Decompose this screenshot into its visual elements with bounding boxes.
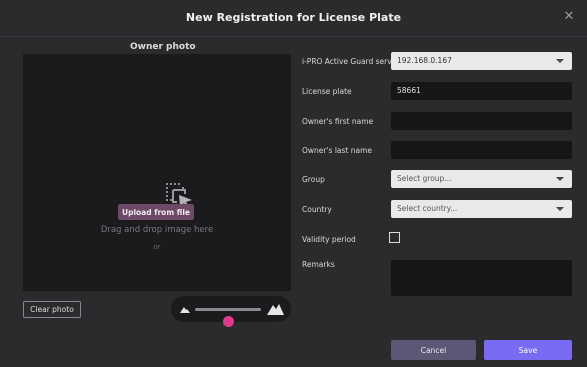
zoom-slider-thumb[interactable]	[223, 316, 234, 327]
license-plate-label: License plate	[302, 87, 352, 96]
country-select[interactable]: Select country...	[391, 200, 572, 218]
chevron-down-icon	[556, 59, 564, 63]
country-value: Select country...	[397, 204, 458, 213]
close-icon[interactable]: ✕	[561, 9, 577, 25]
save-button[interactable]: Save	[484, 340, 572, 360]
country-label: Country	[302, 205, 332, 214]
zoom-slider-track[interactable]	[195, 308, 261, 327]
validity-checkbox[interactable]	[389, 232, 400, 243]
dialog-title: New Registration for License Plate	[185, 11, 402, 24]
license-plate-input[interactable]: 58661	[391, 82, 572, 100]
photo-drop-zone[interactable]: Drag and drop image here or Upload from …	[23, 54, 291, 291]
last-name-input[interactable]	[391, 141, 572, 159]
chevron-down-icon	[556, 177, 564, 181]
title-bar: New Registration for License Plate ✕	[0, 0, 587, 37]
group-select[interactable]: Select group...	[391, 170, 572, 188]
zoom-control	[171, 296, 291, 327]
validity-label: Validity period	[302, 235, 356, 244]
drag-drop-text: Drag and drop image here	[100, 225, 214, 235]
registration-dialog: New Registration for License Plate ✕ Own…	[0, 0, 587, 367]
clear-photo-button[interactable]: Clear photo	[23, 301, 81, 318]
last-name-label: Owner's last name	[302, 146, 373, 155]
server-value: 192.168.0.167	[397, 56, 452, 65]
or-text: or	[153, 243, 161, 251]
cancel-button[interactable]: Cancel	[391, 340, 476, 360]
group-value: Select group...	[397, 174, 452, 183]
owner-photo-title: Owner photo	[130, 42, 196, 52]
group-label: Group	[302, 175, 325, 184]
first-name-label: Owner's first name	[302, 117, 374, 126]
remarks-textarea[interactable]	[391, 260, 572, 296]
first-name-input[interactable]	[391, 112, 572, 130]
mountain-large-icon[interactable]	[267, 301, 284, 315]
server-select[interactable]: 192.168.0.167	[391, 52, 572, 70]
chevron-down-icon	[556, 207, 564, 211]
remarks-label: Remarks	[302, 260, 335, 269]
upload-from-file-button[interactable]: Upload from file	[118, 204, 194, 220]
mountain-small-icon[interactable]	[180, 305, 190, 313]
server-label: i-PRO Active Guard server	[302, 57, 400, 66]
